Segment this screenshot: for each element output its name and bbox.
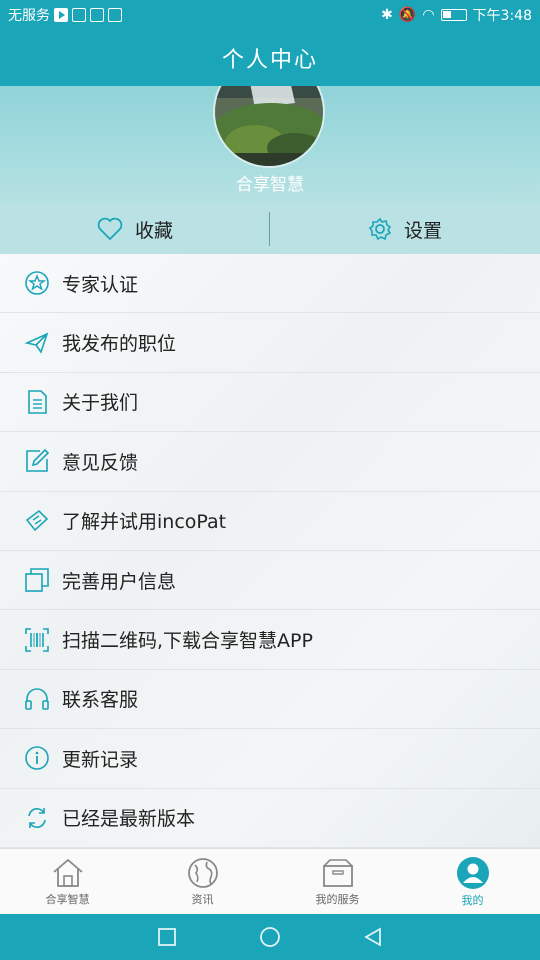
menu-item-contact-support[interactable]: 联系客服	[0, 670, 540, 730]
bluetooth-icon: ✱	[381, 7, 393, 23]
mute-icon: 🔕	[398, 7, 417, 23]
menu-label: 更新记录	[62, 748, 139, 771]
copy-icon	[24, 567, 50, 593]
menu-label: 联系客服	[62, 689, 139, 712]
star-badge-icon	[24, 270, 50, 296]
tab-label: 我的服务	[315, 892, 360, 906]
tab-mine[interactable]: 我的	[405, 849, 540, 914]
bottom-tab-bar: 合享智慧 资讯 我的服务 我的	[0, 848, 540, 914]
wifi-icon: ◠	[422, 7, 435, 23]
tab-label: 我的	[461, 893, 484, 907]
menu-item-version-status[interactable]: 已经是最新版本	[0, 789, 540, 848]
clock-text: 下午3:48	[472, 8, 532, 24]
menu-label: 专家认证	[62, 273, 139, 296]
settings-button[interactable]: 设置	[270, 204, 540, 254]
android-icon	[108, 8, 122, 22]
divider	[269, 212, 270, 246]
system-nav-bar	[0, 914, 540, 960]
status-bar: 无服务 ✱ 🔕 ◠ 下午3:48	[0, 0, 540, 30]
recents-icon[interactable]	[156, 926, 178, 948]
menu-label: 扫描二维码,下载合享智慧APP	[62, 630, 313, 653]
favorites-label: 收藏	[134, 219, 173, 242]
menu-item-about-us[interactable]: 关于我们	[0, 373, 540, 433]
username: 合享智慧	[236, 175, 304, 195]
tab-news[interactable]: 资讯	[135, 849, 270, 914]
play-store-icon	[54, 8, 68, 22]
menu-label: 完善用户信息	[62, 570, 177, 593]
battery-icon	[440, 9, 467, 21]
menu-item-incopat-trial[interactable]: 了解并试用incoPat	[0, 492, 540, 551]
box-icon	[322, 858, 353, 887]
title-bar: 个人中心	[0, 30, 540, 86]
edit-icon	[24, 448, 50, 474]
menu-item-my-posted-jobs[interactable]: 我发布的职位	[0, 313, 540, 373]
avatar[interactable]	[213, 86, 325, 168]
globe-icon	[187, 857, 218, 888]
favorites-button[interactable]: 收藏	[0, 204, 270, 254]
menu-list: 专家认证 我发布的职位 关于我们 意见反馈 了解并试用incoPat 完善用户信…	[0, 254, 540, 848]
tab-home[interactable]: 合享智慧	[0, 849, 135, 914]
menu-item-feedback[interactable]: 意见反馈	[0, 432, 540, 492]
menu-item-expert-certification[interactable]: 专家认证	[0, 254, 540, 314]
profile-header: 合享智慧	[0, 86, 540, 204]
menu-label: 我发布的职位	[62, 333, 177, 356]
menu-item-complete-user-info[interactable]: 完善用户信息	[0, 551, 540, 611]
heart-icon	[97, 217, 123, 241]
menu-item-update-log[interactable]: 更新记录	[0, 729, 540, 789]
sim-icon	[90, 8, 104, 22]
refresh-icon	[24, 805, 50, 831]
menu-item-scan-qr-download[interactable]: 扫描二维码,下载合享智慧APP	[0, 610, 540, 670]
menu-label: 意见反馈	[62, 451, 139, 474]
home-icon	[52, 858, 83, 887]
video-icon	[72, 8, 86, 22]
info-icon	[24, 745, 50, 771]
gear-icon	[368, 217, 392, 241]
back-icon[interactable]	[362, 926, 384, 948]
page-title: 个人中心	[221, 48, 318, 73]
ticket-icon	[24, 508, 50, 534]
menu-label: 已经是最新版本	[62, 808, 196, 831]
tab-my-services[interactable]: 我的服务	[270, 849, 405, 914]
tab-label: 合享智慧	[45, 892, 90, 906]
headset-icon	[24, 686, 50, 712]
home-circle-icon[interactable]	[258, 925, 282, 949]
send-icon	[24, 330, 50, 356]
settings-label: 设置	[403, 219, 442, 242]
tab-label: 资讯	[191, 892, 214, 906]
user-icon	[456, 856, 489, 889]
action-row: 收藏 设置	[0, 204, 540, 254]
menu-label: 了解并试用incoPat	[62, 511, 227, 534]
barcode-scan-icon	[24, 627, 50, 653]
menu-label: 关于我们	[62, 392, 139, 415]
carrier-text: 无服务	[8, 8, 50, 24]
document-icon	[24, 389, 50, 415]
